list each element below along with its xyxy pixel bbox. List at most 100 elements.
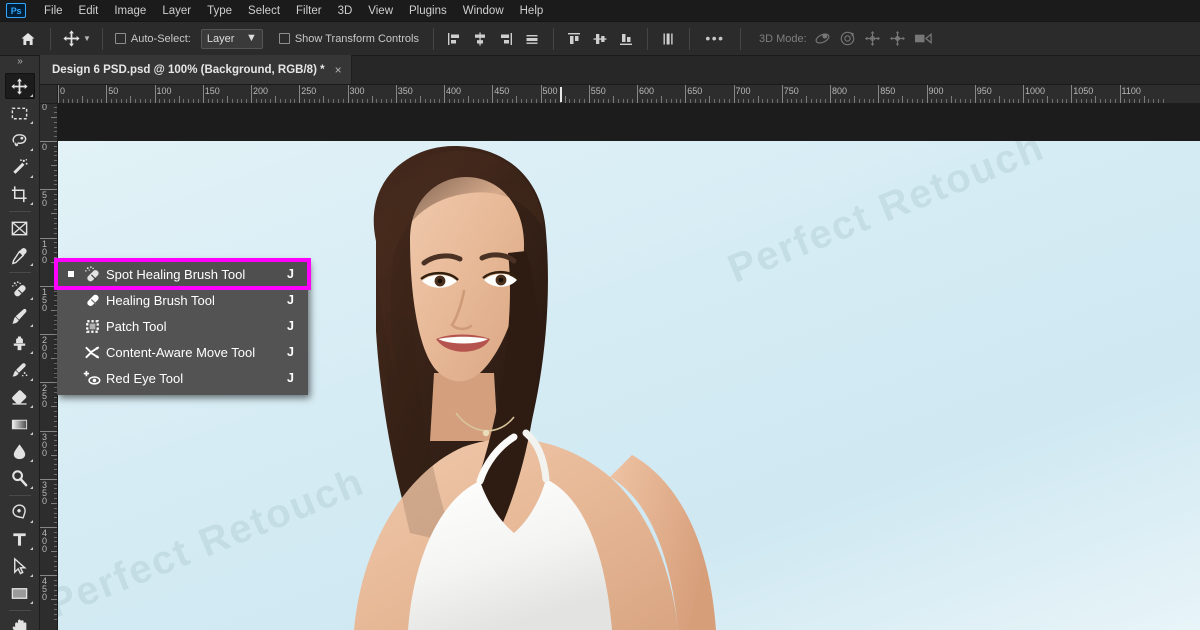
menu-item-image[interactable]: Image [106,2,154,20]
tool-spot-healing-brush-tool[interactable] [5,276,35,302]
tool-path-selection-tool[interactable] [5,553,35,579]
distribute-vertically-icon[interactable] [656,27,681,51]
tool-gradient-tool[interactable] [5,411,35,437]
tool-flyout-triangle-icon[interactable] [29,601,33,604]
chevron-down-icon[interactable]: ▼ [83,34,91,43]
menu-item-window[interactable]: Window [455,2,512,20]
tool-move-tool[interactable] [4,73,35,99]
tool-hand-tool[interactable] [5,614,35,630]
menu-item-layer[interactable]: Layer [154,2,199,20]
orbit-3d-icon[interactable] [813,27,833,51]
tool-rectangle-tool[interactable] [5,580,35,606]
tool-brush-tool[interactable] [5,303,35,329]
tool-flyout-triangle-icon[interactable] [29,351,33,354]
checkbox-box[interactable] [114,33,126,44]
tool-eraser-tool[interactable] [5,384,35,410]
more-options-button[interactable]: ••• [698,27,732,51]
align-bottom-edges-icon[interactable] [614,27,639,51]
flyout-item-healing-brush-tool[interactable]: Healing Brush Tool J [57,287,308,313]
menu-item-plugins[interactable]: Plugins [401,2,455,20]
tool-dodge-tool[interactable] [5,465,35,491]
slide-3d-icon[interactable] [888,27,908,51]
ruler-tick [265,99,267,103]
tool-flyout-triangle-icon[interactable] [29,378,33,381]
ruler-tick [810,99,812,103]
align-left-edges-icon[interactable] [442,27,467,51]
document-tab[interactable]: Design 6 PSD.psd @ 100% (Background, RGB… [40,55,352,84]
show-transform-controls-checkbox[interactable]: Show Transform Controls [278,33,419,45]
ruler-tick [699,99,701,103]
ruler-label: 600 [639,86,655,96]
align-right-edges-icon[interactable] [494,27,519,51]
flyout-item-spot-healing-brush-tool[interactable]: Spot Healing Brush Tool J [54,258,311,290]
ruler-tick [998,96,1000,103]
dodge-icon [12,469,28,486]
tool-flyout-triangle-icon[interactable] [29,297,33,300]
align-vertical-centers-icon[interactable] [588,27,613,51]
expand-toolbar-button[interactable]: » [0,56,40,67]
tool-flyout-triangle-icon[interactable] [29,202,33,205]
layer-select-dropdown[interactable]: Layer ▼ [200,28,263,49]
ruler-tick [916,99,918,103]
tool-flyout-triangle-icon[interactable] [29,486,33,489]
flyout-item-red-eye-tool[interactable]: Red Eye Tool J [57,365,308,391]
align-horizontal-centers-icon[interactable] [468,27,493,51]
ruler-tick [984,99,986,103]
ruler-tick [762,99,764,103]
menu-item-3d[interactable]: 3D [330,2,361,20]
flyout-item-label: Healing Brush Tool [106,292,215,308]
menu-item-help[interactable]: Help [512,2,552,20]
menu-item-select[interactable]: Select [240,2,288,20]
tool-type-tool[interactable] [5,526,35,552]
ruler-tick [183,99,185,103]
ruler-tick [289,99,291,103]
menu-item-view[interactable]: View [360,2,401,20]
tool-flyout-triangle-icon[interactable] [29,459,33,462]
spot-healing-brush-flyout-menu[interactable]: Spot Healing Brush Tool J Healing Brush To… [54,258,311,395]
flyout-item-content-aware-move-tool[interactable]: Content-Aware Move Tool J [57,339,308,365]
tool-flyout-triangle-icon[interactable] [29,121,33,124]
menu-item-filter[interactable]: Filter [288,2,330,20]
align-top-edges-icon[interactable] [562,27,587,51]
tool-flyout-triangle-icon[interactable] [29,148,33,151]
ruler-corner[interactable] [40,85,58,104]
tool-lasso-tool[interactable] [5,127,35,153]
ruler-tick [91,99,93,103]
checkbox-box[interactable] [278,33,290,44]
chevron-down-icon[interactable]: ▼ [246,33,257,44]
tool-flyout-triangle-icon[interactable] [29,547,33,550]
tool-flyout-triangle-icon[interactable] [29,405,33,408]
tool-flyout-triangle-icon[interactable] [29,94,33,97]
tool-eyedropper-tool[interactable] [5,242,35,268]
ruler-tick [535,99,537,103]
menu-item-type[interactable]: Type [199,2,240,20]
tool-rectangular-marquee-tool[interactable] [5,100,35,126]
tool-flyout-triangle-icon[interactable] [29,324,33,327]
menu-item-file[interactable]: File [36,2,71,20]
close-icon[interactable]: × [335,64,342,76]
tool-flyout-triangle-icon[interactable] [29,263,33,266]
tool-blur-tool[interactable] [5,438,35,464]
active-tool-button[interactable]: ▼ [59,27,94,50]
tool-flyout-triangle-icon[interactable] [29,520,33,523]
tool-frame-tool[interactable] [5,215,35,241]
pan-3d-icon[interactable] [863,27,883,51]
distribute-horizontally-icon[interactable] [520,27,545,51]
tool-flyout-triangle-icon[interactable] [29,432,33,435]
auto-select-checkbox[interactable]: Auto-Select: [114,33,191,45]
tool-flyout-triangle-icon[interactable] [29,574,33,577]
horizontal-ruler[interactable]: 0 50 100 150 200 250 300 350 400 450 500 550 600 650 7… [58,85,1200,104]
tool-object-selection-tool[interactable] [5,154,35,180]
tool-history-brush-tool[interactable] [5,357,35,383]
roll-3d-icon[interactable] [838,27,858,51]
tool-crop-tool[interactable] [5,181,35,207]
home-icon[interactable] [14,31,42,47]
flyout-item-patch-tool[interactable]: Patch Tool J [57,313,308,339]
vertical-ruler[interactable]: 50 0 50 100 150 200 250 300 350 400 450 [40,104,58,630]
tool-pen-tool[interactable] [5,499,35,525]
camera-3d-icon[interactable] [913,27,935,51]
ruler-tick [448,99,450,103]
tool-flyout-triangle-icon[interactable] [29,175,33,178]
tool-clone-stamp-tool[interactable] [5,330,35,356]
menu-item-edit[interactable]: Edit [71,2,107,20]
